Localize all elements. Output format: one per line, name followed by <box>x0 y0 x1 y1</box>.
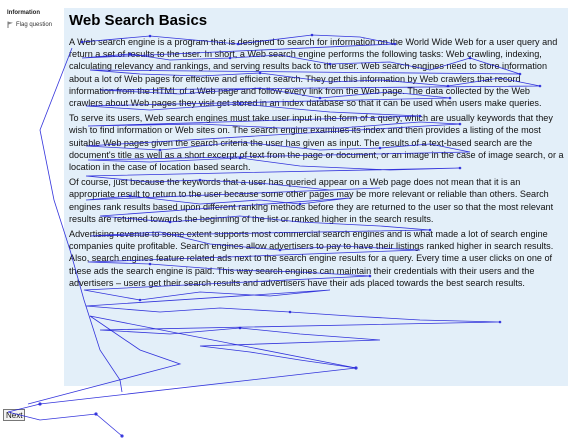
flag-icon <box>7 21 14 28</box>
question-content: Web Search Basics A Web search engine is… <box>64 8 568 386</box>
flag-question-label: Flag question <box>16 21 53 28</box>
paragraph-2: To serve its users, Web search engines m… <box>69 113 564 173</box>
paragraph-4: Advertising revenue to some extent suppo… <box>69 229 554 288</box>
gaze-fixation <box>94 412 98 416</box>
info-sidebar: Information Flag question <box>4 8 60 36</box>
sidebar-title: Information <box>7 10 40 16</box>
paragraph-3: Of course, just because the keywords tha… <box>69 177 554 224</box>
page-title: Web Search Basics <box>69 12 208 29</box>
gaze-fixation <box>120 434 124 438</box>
flag-question-link[interactable]: Flag question <box>7 21 52 28</box>
gaze-fixation <box>38 402 42 406</box>
paragraph-1: A Web search engine is a program that is… <box>69 37 558 109</box>
next-button[interactable]: Next <box>3 409 26 421</box>
